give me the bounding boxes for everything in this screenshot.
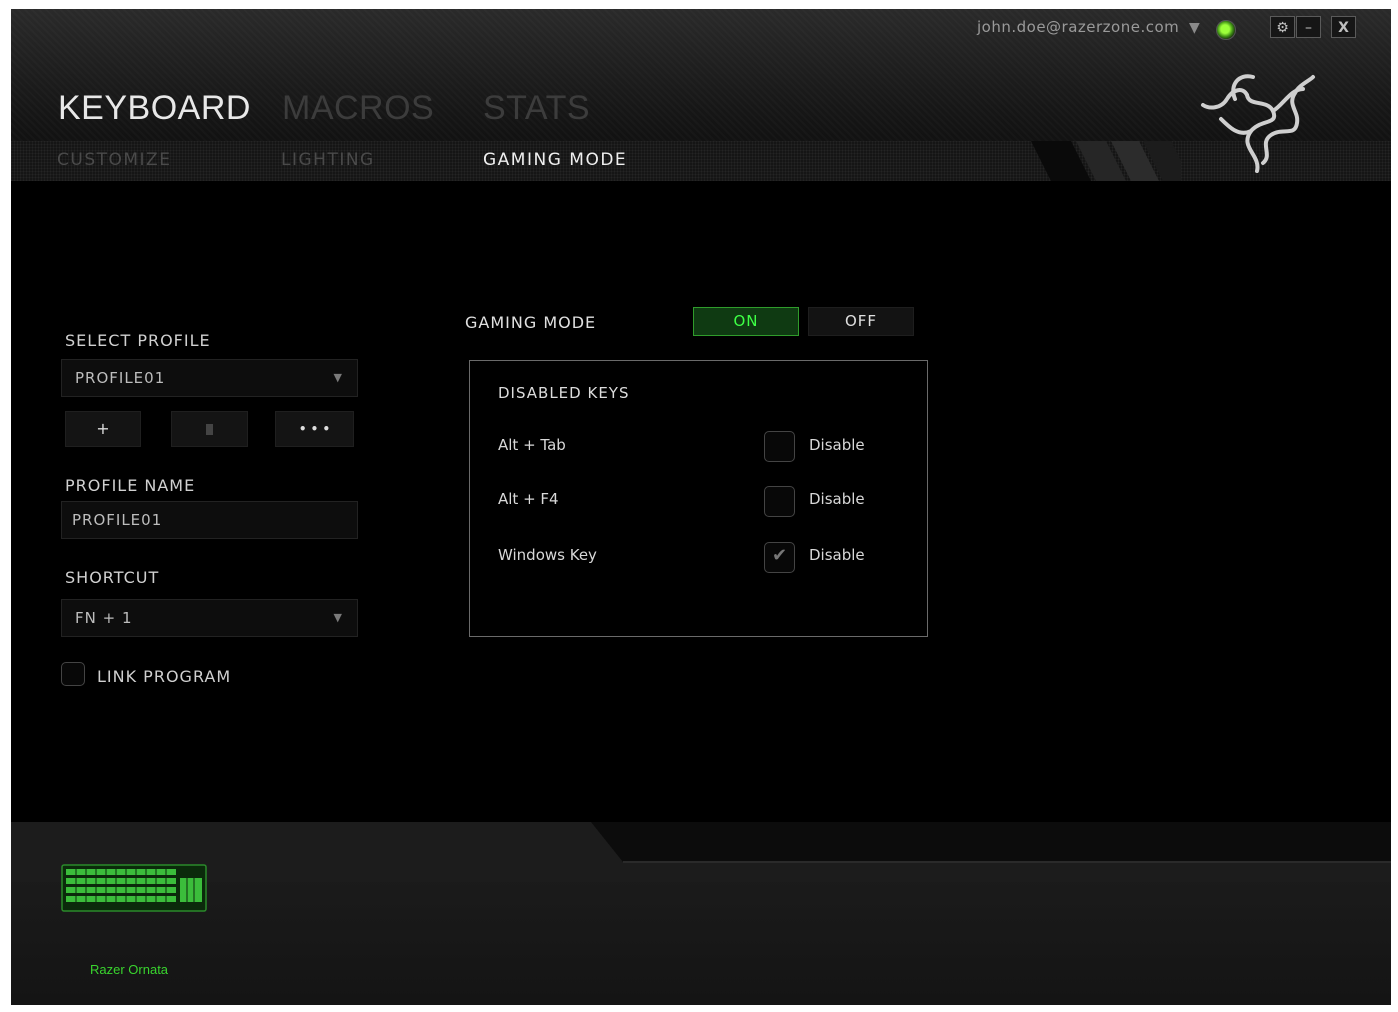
- device-name[interactable]: Razer Ornata: [90, 962, 168, 977]
- disable-alt-f4-checkbox[interactable]: [764, 486, 795, 517]
- disabled-keys-title: DISABLED KEYS: [498, 384, 630, 402]
- razer-logo-icon: [1201, 74, 1315, 173]
- link-program-label: LINK PROGRAM: [97, 667, 232, 686]
- disable-alt-tab-checkbox[interactable]: [764, 431, 795, 462]
- subtab-lighting[interactable]: LIGHTING: [281, 150, 375, 170]
- shortcut-label: SHORTCUT: [65, 568, 160, 587]
- tab-keyboard[interactable]: KEYBOARD: [58, 89, 251, 128]
- profile-dropdown-value: PROFILE01: [75, 369, 166, 387]
- online-status-icon: [1216, 20, 1236, 40]
- disable-windows-key-checkbox[interactable]: ✔: [764, 542, 795, 573]
- select-profile-label: SELECT PROFILE: [65, 331, 211, 350]
- gaming-mode-label: GAMING MODE: [465, 313, 597, 332]
- tab-macros[interactable]: MACROS: [282, 89, 434, 128]
- delete-profile-button[interactable]: [171, 411, 248, 447]
- disable-alt-f4-label: Disable: [809, 490, 865, 508]
- account-email[interactable]: john.doe@razerzone.com: [977, 18, 1179, 36]
- subtab-customize[interactable]: CUSTOMIZE: [57, 150, 171, 170]
- account-dropdown-icon[interactable]: ▼: [1189, 20, 1200, 36]
- disable-alt-tab-label: Disable: [809, 436, 865, 454]
- footer-band: [11, 822, 1391, 882]
- chevron-down-icon: ▼: [333, 371, 343, 384]
- key-windows-label: Windows Key: [498, 546, 597, 564]
- disable-windows-key-label: Disable: [809, 546, 865, 564]
- trash-icon: [206, 424, 213, 435]
- key-alt-f4-label: Alt + F4: [498, 490, 559, 508]
- gaming-mode-off-button[interactable]: OFF: [808, 307, 914, 336]
- synapse-window: john.doe@razerzone.com ▼ ⚙ – X KEYBOARD …: [11, 9, 1391, 1005]
- tab-stats[interactable]: STATS: [483, 89, 590, 128]
- shortcut-dropdown[interactable]: FN + 1 ▼: [61, 599, 358, 637]
- sub-tab-bar: [11, 141, 1391, 181]
- decorative-stripes: [1031, 141, 1181, 181]
- profile-dropdown[interactable]: PROFILE01 ▼: [61, 359, 358, 397]
- link-program-checkbox[interactable]: [61, 662, 85, 686]
- gaming-mode-on-button[interactable]: ON: [693, 307, 799, 336]
- device-footer: [11, 822, 1391, 1005]
- chevron-down-icon: ▼: [333, 611, 343, 624]
- shortcut-dropdown-value: FN + 1: [75, 609, 133, 627]
- settings-button[interactable]: ⚙: [1270, 16, 1295, 38]
- add-profile-button[interactable]: +: [65, 411, 141, 447]
- profile-name-label: PROFILE NAME: [65, 476, 196, 495]
- more-options-button[interactable]: • • •: [275, 411, 354, 447]
- gear-icon: ⚙: [1276, 20, 1289, 36]
- key-alt-tab-label: Alt + Tab: [498, 436, 566, 454]
- keyboard-device-icon[interactable]: [61, 864, 207, 912]
- checkmark-icon: ✔: [771, 545, 788, 566]
- profile-name-input[interactable]: PROFILE01: [61, 501, 358, 539]
- subtab-gaming-mode[interactable]: GAMING MODE: [483, 150, 627, 170]
- minimize-button[interactable]: –: [1296, 16, 1321, 38]
- close-button[interactable]: X: [1331, 16, 1356, 38]
